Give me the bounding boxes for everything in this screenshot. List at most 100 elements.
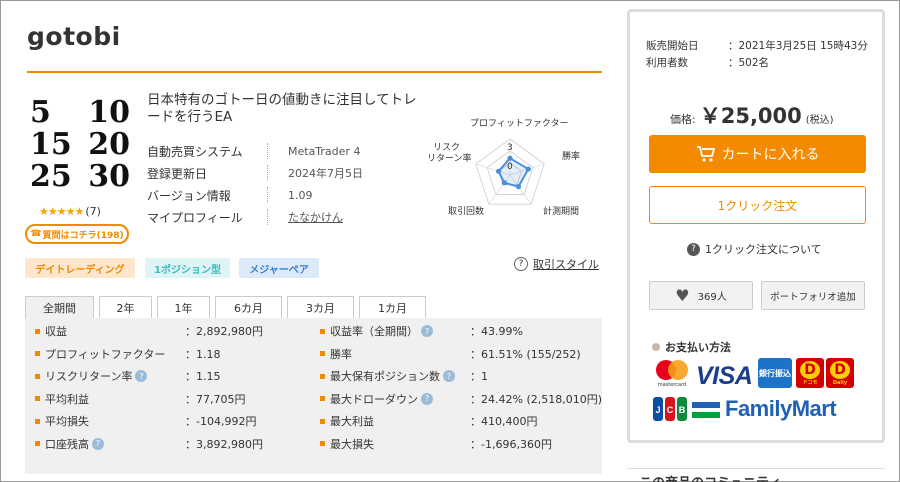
radar-point — [501, 180, 507, 186]
stat-row: 平均利益 ：77,705円 — [35, 388, 323, 410]
stat-value: ：410,400円 — [470, 415, 538, 428]
payment-title-label: お支払い方法 — [665, 341, 731, 354]
stats-panel: 収益 ：2,892,980円 プロフィットファクター ：1.18 リスクリターン率? ：1… — [25, 318, 602, 474]
question-button[interactable]: ☎ 質問はコチラ(198) — [25, 224, 129, 244]
info-table: 自動売買システム MetaTrader 4 登録更新日 2024年7月5日 バージョ… — [147, 140, 363, 228]
add-to-cart-button[interactable]: カートに入れる — [649, 135, 866, 173]
tag-daytrading[interactable]: デイトレーディング — [25, 258, 135, 278]
trade-style-link[interactable]: ? 取引スタイル — [514, 256, 599, 272]
portfolio-add-button[interactable]: ポートフォリオ追加 — [761, 281, 865, 310]
help-icon[interactable]: ? — [421, 325, 433, 337]
price-tax: (税込) — [805, 115, 834, 126]
stat-value: ：77,705円 — [185, 392, 246, 406]
heart-icon: ♥ — [675, 286, 690, 305]
bank-transfer-logo: 銀行振込 — [758, 358, 792, 388]
star-icons: ★★★★★ — [39, 205, 84, 218]
info-label: 自動売買システム — [147, 144, 243, 159]
tab-2y[interactable]: 2年 — [99, 296, 152, 318]
tab-1m[interactable]: 1カ月 — [359, 296, 426, 318]
stat-row: 最大保有ポジション数? ：1 — [320, 365, 608, 387]
tab-6m[interactable]: 6カ月 — [215, 296, 282, 318]
stat-value: ：-104,992円 — [185, 415, 257, 428]
title-divider — [27, 71, 602, 73]
sale-info: 販売開始日 ：2021年3月25日 15時43分 利用者数 ：502名 — [646, 37, 868, 71]
stat-value: ：61.51% (155/252) — [470, 347, 581, 361]
help-icon[interactable]: ? — [421, 392, 433, 405]
rating-stars[interactable]: ★★★★★ (7) — [39, 205, 101, 218]
trade-style-label: 取引スタイル — [533, 258, 599, 271]
docomo-sub: ドコモ — [802, 380, 818, 386]
radar-point — [515, 184, 522, 190]
docomo-daily-logo: D Daily — [826, 358, 854, 388]
product-description: 日本特有のゴトー日の値動きに注目してトレードを行うEA — [147, 92, 417, 125]
stat-label: 最大損失 — [330, 437, 374, 451]
stat-row: プロフィットファクター ：1.18 — [35, 343, 323, 365]
users-label: 利用者数 — [646, 57, 688, 69]
stat-label: 口座残高 — [45, 437, 89, 451]
stat-label: プロフィットファクター — [45, 347, 166, 361]
page-title: gotobi — [27, 22, 121, 51]
info-label: バージョン情報 — [147, 188, 231, 203]
payment-title: お支払い方法 — [652, 339, 731, 355]
radar-scale-label: 3 — [507, 143, 513, 153]
question-button-label: 質問はコチラ(198) — [42, 230, 124, 241]
price-value: ￥25,000 — [699, 104, 802, 128]
stat-label: 最大保有ポジション数 — [330, 370, 440, 383]
profile-link[interactable]: たなかけん — [288, 209, 343, 225]
radar-axis-label: 計測期間 — [543, 205, 579, 217]
info-value: 1.09 — [288, 188, 313, 202]
tag-majorpair[interactable]: メジャーペア — [239, 258, 319, 278]
help-icon[interactable]: ? — [92, 437, 104, 450]
radar-point — [525, 166, 531, 172]
stat-label: 収益 — [45, 325, 67, 338]
visa-logo: VISA — [696, 362, 753, 390]
radar-chart: 3 0 プロフィットファクター 勝率 計測期間 取引回数 リスクリターン率 — [427, 118, 580, 217]
stat-value: ：24.42% (2,518,010円) — [470, 392, 603, 406]
help-icon: ? — [687, 242, 700, 256]
price: 価格: ￥25,000 (税込) — [670, 100, 834, 130]
oneclick-about-link[interactable]: ? 1クリック注文について — [687, 241, 822, 257]
docomo-mark: D — [800, 361, 820, 379]
tab-3m[interactable]: 3カ月 — [287, 296, 354, 318]
stat-label: 平均利益 — [45, 392, 89, 406]
jcb-logo: J C B — [653, 397, 687, 421]
stat-label: 最大ドローダウン — [330, 392, 418, 406]
mastercard-logo: mastercard — [656, 360, 688, 388]
help-icon[interactable]: ? — [135, 370, 148, 382]
users-value: ：502名 — [728, 57, 770, 69]
radar-point — [507, 155, 513, 161]
tag-1position[interactable]: 1ポジション型 — [145, 258, 230, 278]
svg-text:J: J — [655, 405, 660, 415]
community-section: この商品のコミュニティ — [627, 468, 885, 482]
stat-row: 平均損失 ：-104,992円 — [35, 410, 323, 432]
info-value: MetaTrader 4 — [288, 144, 361, 158]
radar-axis-label: プロフィットファクター — [470, 118, 568, 129]
oneclick-order-button[interactable]: 1クリック注文 — [649, 186, 866, 224]
info-label: マイプロフィール — [147, 210, 243, 225]
docomo-logo: D ドコモ — [796, 358, 824, 388]
stat-value: ：1 — [470, 370, 488, 383]
stat-label: リスクリターン率 — [45, 370, 133, 383]
help-icon: ? — [514, 257, 528, 271]
tab-1y[interactable]: 1年 — [157, 296, 210, 318]
info-label: 登録更新日 — [147, 166, 208, 181]
oneclick-about-label: 1クリック注文について — [705, 243, 822, 256]
stat-value: ：1.15 — [185, 370, 221, 383]
phone-icon: ☎ — [30, 229, 42, 239]
help-icon[interactable]: ? — [443, 370, 455, 382]
favorite-button[interactable]: ♥ 369人 — [649, 281, 753, 310]
docomo-mark: D — [830, 361, 850, 379]
add-to-cart-label: カートに入れる — [721, 147, 820, 163]
radar-center-label: 0 — [507, 162, 513, 172]
tab-all[interactable]: 全期間 — [25, 296, 94, 318]
radar-axis-label: リスクリターン率 — [427, 142, 472, 164]
sale-start-value: ：2021年3月25日 15時43分 — [728, 40, 868, 52]
mastercard-label: mastercard — [658, 382, 686, 388]
familymart-logo: FamilyMart — [725, 396, 837, 421]
radar-axis-label: 勝率 — [562, 150, 580, 162]
stat-row: 収益 ：2,892,980円 — [35, 320, 323, 342]
stat-label: 平均損失 — [45, 415, 89, 428]
stat-row: 最大ドローダウン? ：24.42% (2,518,010円) — [320, 388, 608, 410]
stat-label: 勝率 — [330, 347, 352, 361]
info-value: 2024年7月5日 — [288, 167, 363, 180]
